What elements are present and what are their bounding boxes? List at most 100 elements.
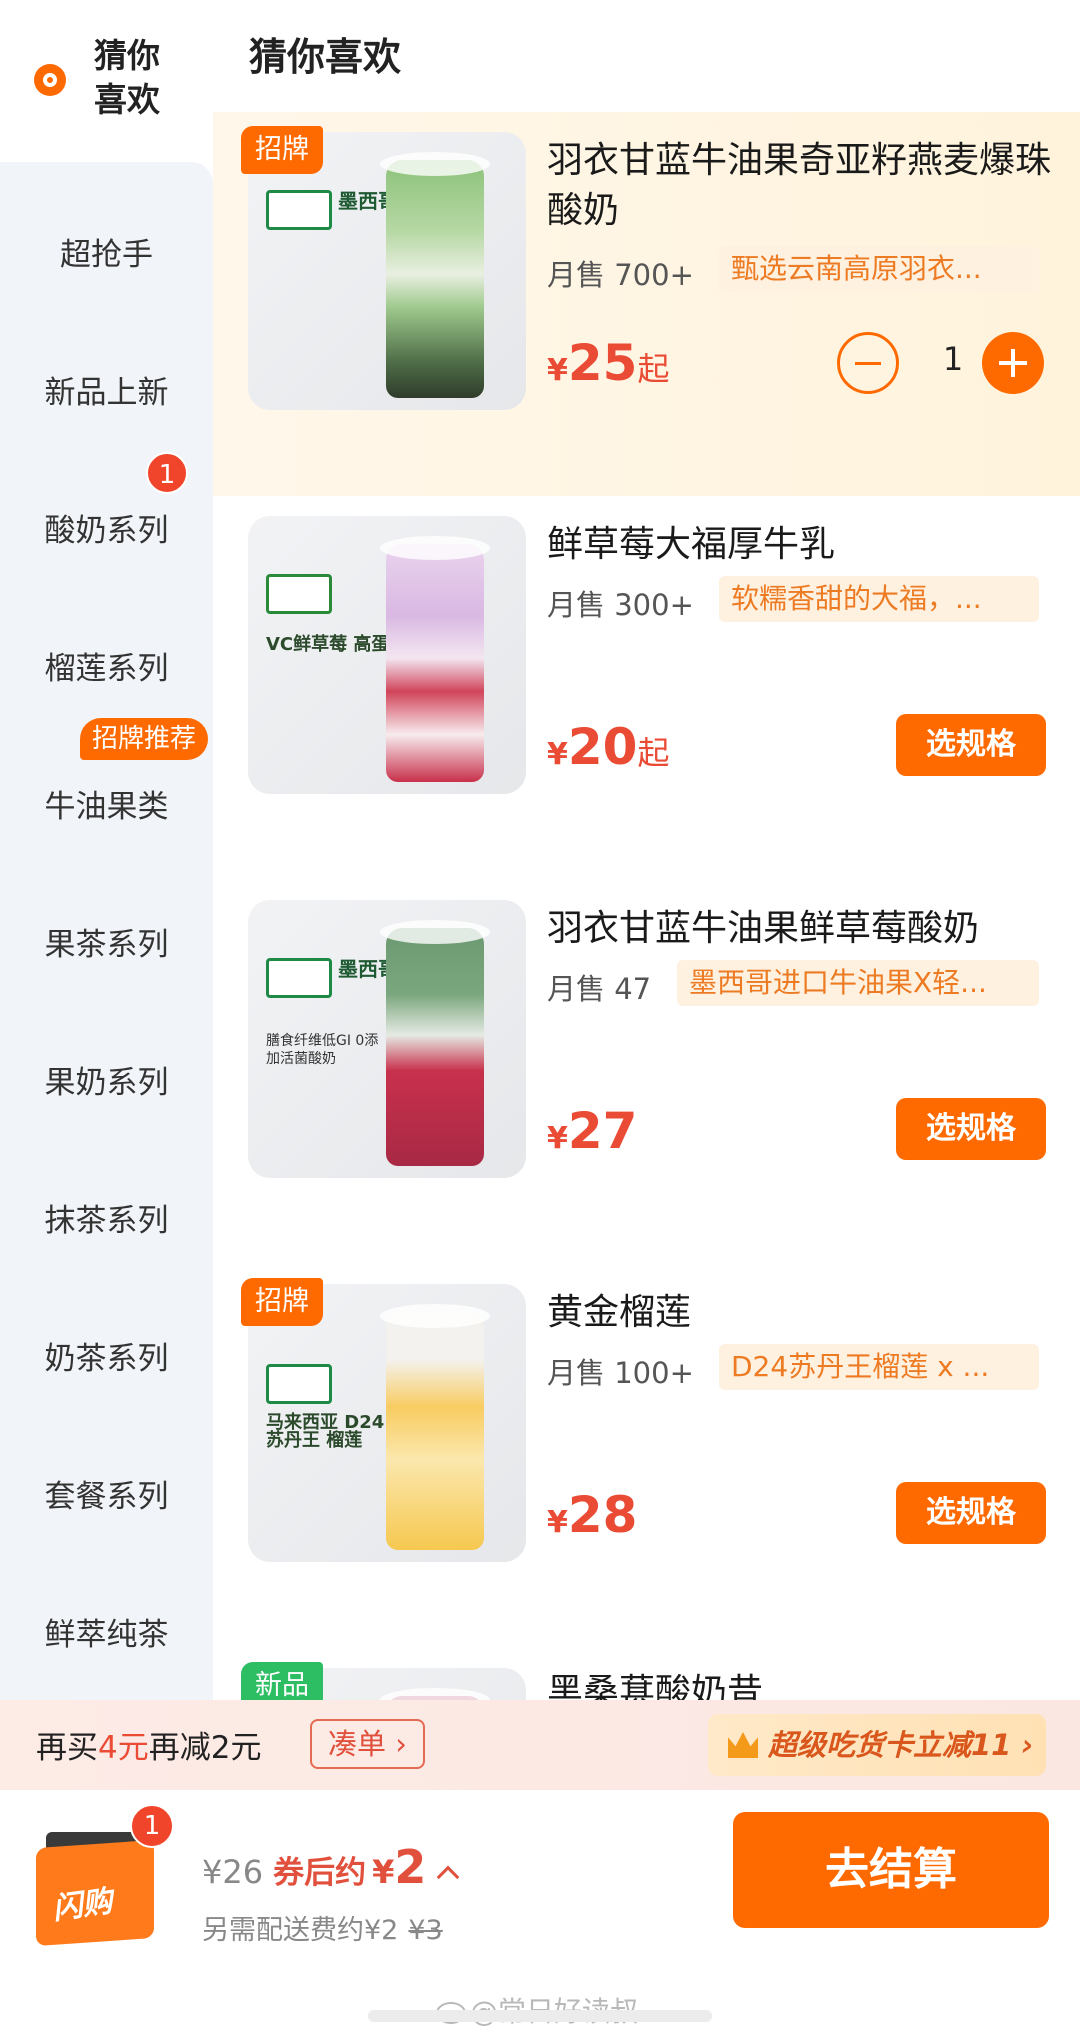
product-sales: 月售 700+ <box>547 258 694 292</box>
sidebar-item-pure-tea[interactable]: 鲜萃纯茶 <box>0 1562 213 1700</box>
product-desc: 墨西哥进口牛油果X轻... <box>677 960 1039 1006</box>
product-card[interactable]: 新品 黑桑葚酸奶昔 <box>213 1648 1080 1700</box>
sidebar-item-milk-tea[interactable]: 奶茶系列 <box>0 1286 213 1424</box>
promo-prefix: 再买 <box>36 1730 98 1766</box>
product-name: 鲜草莓大福厚牛乳 <box>547 524 836 565</box>
price-value: 25 <box>567 334 638 392</box>
select-spec-button[interactable]: 选规格 <box>896 1098 1046 1160</box>
chevron-up-icon[interactable] <box>437 1865 460 1889</box>
product-desc: 甄选云南高原羽衣... <box>719 246 1039 292</box>
sidebar-item-label: 果奶系列 <box>44 1064 169 1101</box>
new-tag: 新品 <box>241 1662 323 1700</box>
product-price: ¥27 <box>547 1102 637 1160</box>
sidebar-item-label: 鲜萃纯茶 <box>44 1616 169 1653</box>
promo-bar: 再买4元再减2元 凑单 › 超级吃货卡立减11 › <box>0 1700 1080 1790</box>
sidebar-item-label: 果茶系列 <box>44 926 169 963</box>
sidebar-item-hot[interactable]: 超抢手 <box>0 182 213 320</box>
superfood-pack-logo <box>266 1364 332 1404</box>
sidebar-item-label: 超抢手 <box>60 236 153 273</box>
product-list[interactable]: 猜你喜欢 墨西哥 牛油果 招牌 羽衣甘蓝牛油果奇亚籽燕麦爆珠酸奶 月售 700+… <box>213 0 1080 1700</box>
price-symbol: ¥ <box>547 1121 568 1156</box>
price-value: 28 <box>567 1486 638 1544</box>
sidebar-item-combo[interactable]: 套餐系列 <box>0 1424 213 1562</box>
sidebar-list[interactable]: 超抢手 新品上新 酸奶系列 1 榴莲系列 牛油果类 果茶系列 果奶系列 抹茶系列… <box>0 162 213 1702</box>
thumb-label: 马来西亚 D24苏丹王 榴莲 <box>266 1412 385 1451</box>
signature-tag: 招牌 <box>241 1278 323 1326</box>
checkout-button[interactable]: 去结算 <box>733 1812 1049 1928</box>
select-spec-button[interactable]: 选规格 <box>896 1482 1046 1544</box>
product-card[interactable]: 马来西亚 D24苏丹王 榴莲 招牌 黄金榴莲 月售 100+ D24苏丹王榴莲 … <box>213 1264 1080 1648</box>
sidebar-item-label: 奶茶系列 <box>44 1340 169 1377</box>
sidebar-item-label: 新品上新 <box>44 374 169 411</box>
product-image[interactable]: 墨西哥 牛油果 膳食纤维低GI 0添加活菌酸奶 <box>248 900 526 1178</box>
delivery-fee-original: ¥3 <box>408 1915 443 1946</box>
product-image[interactable]: VC鲜草莓 高蛋白 <box>248 516 526 794</box>
price-symbol: ¥ <box>547 353 568 388</box>
price-symbol: ¥ <box>547 737 568 772</box>
sidebar-item-label: 抹茶系列 <box>44 1202 169 1239</box>
super-card-label: 超级吃货卡立减11 › <box>768 1728 1034 1762</box>
sidebar-item-fruit-tea[interactable]: 果茶系列 <box>0 872 213 1010</box>
product-name: 羽衣甘蓝牛油果鲜草莓酸奶 <box>547 908 980 949</box>
final-total: 2 <box>394 1840 427 1894</box>
crown-icon <box>728 1732 758 1758</box>
product-price: ¥28 <box>547 1486 637 1544</box>
drink-cup-image <box>380 536 490 782</box>
product-name: 羽衣甘蓝牛油果奇亚籽燕麦爆珠酸奶 <box>547 140 1052 231</box>
price-symbol: ¥ <box>547 1505 568 1540</box>
coupon-label: 券后约 <box>273 1855 367 1891</box>
promo-amount: 4元 <box>98 1730 149 1766</box>
sidebar-item-label: 酸奶系列 <box>44 512 169 549</box>
sidebar-current-label: 猜你喜欢 <box>94 36 160 119</box>
drink-cup-image <box>380 1304 490 1550</box>
price-value: 27 <box>567 1102 638 1160</box>
home-indicator[interactable] <box>368 2010 712 2022</box>
product-sales: 月售 100+ <box>547 1356 694 1390</box>
product-card[interactable]: 墨西哥 牛油果 招牌 羽衣甘蓝牛油果奇亚籽燕麦爆珠酸奶 月售 700+ 甄选云南… <box>213 112 1080 496</box>
minus-button[interactable] <box>837 332 899 394</box>
sidebar-item-label: 榴莲系列 <box>44 650 169 687</box>
final-symbol: ¥ <box>372 1853 395 1891</box>
promo-text: 再买4元再减2元 <box>36 1722 261 1767</box>
product-card[interactable]: VC鲜草莓 高蛋白 鲜草莓大福厚牛乳 月售 300+ 软糯香甜的大福，... ¥… <box>213 496 1080 880</box>
bag-label: 闪购 <box>50 1883 115 1927</box>
delivery-fee-label: 另需配送费约¥2 <box>202 1915 399 1946</box>
super-card-button[interactable]: 超级吃货卡立减11 › <box>708 1714 1046 1776</box>
thumb-sub-label: 膳食纤维低GI 0添加活菌酸奶 <box>266 1033 379 1067</box>
app-page: 猜你喜欢 超抢手 新品上新 酸奶系列 1 榴莲系列 牛油果类 果茶系列 果奶系列… <box>0 0 1080 2043</box>
quantity-value: 1 <box>942 340 964 378</box>
product-price: ¥20起 <box>547 718 669 776</box>
eye-icon <box>34 64 66 96</box>
original-total: ¥26 <box>202 1853 264 1891</box>
product-name: 黑桑葚酸奶昔 <box>547 1672 764 1700</box>
price-suffix: 起 <box>637 350 670 388</box>
signature-tag: 招牌 <box>241 126 323 174</box>
sidebar-item-label: 套餐系列 <box>44 1478 169 1515</box>
product-name: 黄金榴莲 <box>547 1292 692 1333</box>
sidebar-item-label: 牛油果类 <box>44 788 169 825</box>
price-value: 20 <box>567 718 638 776</box>
sidebar-avocado-tag: 招牌推荐 <box>80 718 209 760</box>
sidebar-item-matcha[interactable]: 抹茶系列 <box>0 1148 213 1286</box>
price-suffix: 起 <box>637 734 670 772</box>
plus-button[interactable] <box>982 332 1044 394</box>
superfood-pack-logo <box>266 958 332 998</box>
sidebar-current-category[interactable]: 猜你喜欢 <box>0 0 213 160</box>
cart-total[interactable]: ¥26 券后约 ¥2 <box>202 1840 460 1894</box>
sidebar-item-durian[interactable]: 榴莲系列 <box>0 596 213 734</box>
product-price: ¥25起 <box>547 334 669 392</box>
fresh-fruit-logo <box>266 574 332 614</box>
delivery-fee: 另需配送费约¥2 ¥3 <box>202 1908 443 1947</box>
product-card[interactable]: 墨西哥 牛油果 膳食纤维低GI 0添加活菌酸奶 羽衣甘蓝牛油果鲜草莓酸奶 月售 … <box>213 880 1080 1264</box>
sidebar-item-new[interactable]: 新品上新 <box>0 320 213 458</box>
product-desc: 软糯香甜的大福，... <box>719 576 1039 622</box>
drink-cup-image <box>380 920 490 1166</box>
sidebar-item-fruit-milk[interactable]: 果奶系列 <box>0 1010 213 1148</box>
sidebar-yogurt-badge: 1 <box>146 452 188 494</box>
product-sales: 月售 300+ <box>547 588 694 622</box>
select-spec-button[interactable]: 选规格 <box>896 714 1046 776</box>
product-sales: 月售 47 <box>547 972 652 1006</box>
superfood-pack-logo <box>266 190 332 230</box>
promo-suffix: 再减2元 <box>148 1730 262 1766</box>
add-on-button[interactable]: 凑单 › <box>310 1719 425 1769</box>
